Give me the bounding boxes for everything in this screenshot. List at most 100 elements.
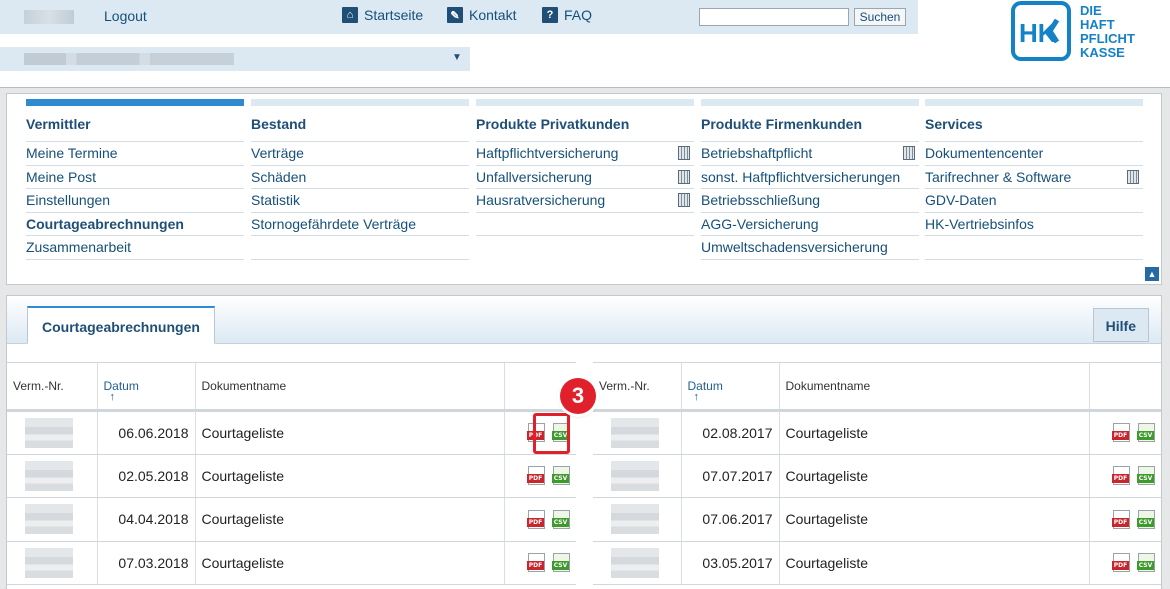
table-row: 04.04.2018 Courtageliste PDF CSV	[7, 497, 576, 542]
column-header-vnr: Verm.-Nr.	[593, 362, 681, 412]
csv-highlight-box	[533, 413, 570, 454]
menu-heading-vermittler[interactable]: Vermittler	[26, 106, 244, 142]
menu-item-label: Unfallversicherung	[476, 168, 592, 185]
actions-cell: PDF CSV	[503, 454, 576, 498]
menu-item-stornogefaehrdet[interactable]: Stornogefährdete Verträge	[251, 213, 469, 236]
calculator-icon[interactable]	[678, 146, 690, 160]
menu-item-vertriebsinfos[interactable]: HK-Vertriebsinfos	[925, 213, 1143, 236]
document-name-cell: Courtageliste	[778, 410, 1089, 455]
menu-item-zusammenarbeit[interactable]: Zusammenarbeit	[26, 236, 244, 260]
pdf-download-icon[interactable]: PDF	[527, 553, 545, 573]
main-menu: Vermittler Meine Termine Meine Post Eins…	[6, 93, 1162, 285]
calculator-icon[interactable]	[1127, 169, 1139, 184]
menu-column-vermittler: Vermittler Meine Termine Meine Post Eins…	[26, 99, 244, 260]
column-header-datum[interactable]: Datum ↑	[680, 362, 779, 412]
menu-column-firmenkunden: Produkte Firmenkunden Betriebshaftpflich…	[701, 99, 919, 260]
faq-link[interactable]: ? FAQ	[542, 7, 592, 23]
menu-item-agg[interactable]: AGG-Versicherung	[701, 213, 919, 236]
column-header-datum[interactable]: Datum ↑	[96, 362, 195, 412]
menu-item-dokumentencenter[interactable]: Dokumentencenter	[925, 142, 1143, 166]
document-name-cell: Courtageliste	[194, 541, 504, 585]
csv-download-icon[interactable]: CSV	[552, 509, 570, 529]
logo-line-1: DIE	[1080, 3, 1102, 18]
vnr-blurred	[25, 504, 73, 535]
menu-item-unfall[interactable]: Unfallversicherung	[476, 166, 694, 189]
actions-cell: PDF CSV	[1088, 497, 1161, 542]
header: Logout ⌂ Startseite ✎ Kontakt ? FAQ Such…	[0, 0, 1170, 88]
document-name-cell: Courtageliste	[194, 497, 504, 542]
menu-item-termine[interactable]: Meine Termine	[26, 142, 244, 166]
search-input[interactable]	[699, 8, 849, 26]
vnr-blurred	[611, 417, 659, 448]
menu-item-haftpflicht[interactable]: Haftpflichtversicherung	[476, 142, 694, 166]
menu-item-tarifrechner[interactable]: Tarifrechner & Software	[925, 166, 1143, 189]
menu-item-betriebshaftpflicht[interactable]: Betriebshaftpflicht	[701, 142, 919, 166]
column-header-dokumentname: Dokumentname	[194, 362, 504, 412]
vnr-blurred	[611, 504, 659, 535]
account-select[interactable]: ▼	[0, 47, 470, 71]
tab-courtageabrechnungen[interactable]: Courtageabrechnungen	[27, 306, 215, 344]
menu-item-schaeden[interactable]: Schäden	[251, 166, 469, 189]
menu-bar	[476, 99, 694, 106]
menu-item-gdv-daten[interactable]: GDV-Daten	[925, 189, 1143, 213]
menu-item-statistik[interactable]: Statistik	[251, 189, 469, 213]
menu-item-courtageabrechnungen[interactable]: Courtageabrechnungen	[26, 213, 244, 236]
vnr-cell	[7, 454, 97, 498]
pdf-download-icon[interactable]: PDF	[1112, 466, 1130, 486]
calculator-icon[interactable]	[678, 193, 690, 207]
date-cell: 06.06.2018	[96, 410, 195, 455]
menu-column-privatkunden: Produkte Privatkunden Haftpflichtversich…	[476, 99, 694, 236]
calculator-icon[interactable]	[903, 146, 915, 160]
logout-link[interactable]: Logout	[104, 8, 147, 24]
menu-heading-services[interactable]: Services	[925, 106, 1143, 142]
actions-cell: PDF CSV	[503, 497, 576, 542]
table-row: 03.05.2017 Courtageliste PDF CSV	[593, 541, 1161, 585]
contact-link[interactable]: ✎ Kontakt	[447, 7, 516, 23]
account-value-blurred	[24, 53, 234, 65]
csv-download-icon[interactable]: CSV	[1137, 509, 1155, 529]
menu-item-umweltschaden[interactable]: Umweltschadensversicherung	[701, 236, 919, 260]
date-cell: 03.05.2017	[680, 541, 779, 585]
date-cell: 07.03.2018	[96, 541, 195, 585]
column-header-actions	[1088, 362, 1161, 412]
pdf-download-icon[interactable]: PDF	[1112, 553, 1130, 573]
table-header-row: Verm.-Nr. Datum ↑ Dokumentname	[593, 362, 1161, 412]
menu-heading-firmenkunden[interactable]: Produkte Firmenkunden	[701, 106, 919, 142]
table-row: 02.05.2018 Courtageliste PDF CSV	[7, 454, 576, 498]
document-name-cell: Courtageliste	[778, 497, 1089, 542]
documents-table-right: Verm.-Nr. Datum ↑ Dokumentname 02.08.2017…	[593, 362, 1161, 585]
csv-download-icon[interactable]: CSV	[1137, 423, 1155, 443]
search-button[interactable]: Suchen	[854, 8, 906, 26]
menu-item-betriebsschliessung[interactable]: Betriebsschließung	[701, 189, 919, 213]
csv-download-icon[interactable]: CSV	[1137, 553, 1155, 573]
vnr-cell	[593, 497, 681, 542]
menu-item-sonst-haftpflicht[interactable]: sonst. Haftpflichtversicherungen	[701, 166, 919, 189]
pdf-download-icon[interactable]: PDF	[1112, 423, 1130, 443]
menu-item-einstellungen[interactable]: Einstellungen	[26, 189, 244, 213]
menu-heading-privatkunden[interactable]: Produkte Privatkunden	[476, 106, 694, 142]
home-link[interactable]: ⌂ Startseite	[342, 7, 423, 23]
menu-item-vertraege[interactable]: Verträge	[251, 142, 469, 166]
help-button[interactable]: Hilfe	[1092, 308, 1149, 342]
logo-line-4: KASSE	[1080, 45, 1125, 60]
vnr-cell	[593, 410, 681, 455]
collapse-menu-button[interactable]: ▲	[1145, 267, 1159, 281]
pdf-download-icon[interactable]: PDF	[527, 509, 545, 529]
menu-item-post[interactable]: Meine Post	[26, 166, 244, 189]
csv-download-icon[interactable]: CSV	[552, 466, 570, 486]
calculator-icon[interactable]	[678, 169, 690, 184]
table-row: 06.06.2018 Courtageliste PDF CSV	[7, 410, 576, 455]
vnr-blurred	[611, 460, 659, 491]
pdf-download-icon[interactable]: PDF	[1112, 509, 1130, 529]
menu-heading-bestand[interactable]: Bestand	[251, 106, 469, 142]
documents-table-left: Verm.-Nr. Datum ↑ Dokumentname 06.06.2018…	[7, 362, 576, 585]
document-name-cell: Courtageliste	[194, 410, 504, 455]
vnr-blurred	[25, 547, 73, 578]
table-row: 07.06.2017 Courtageliste PDF CSV	[593, 497, 1161, 542]
help-icon: ?	[542, 7, 558, 23]
actions-cell: PDF CSV	[1088, 410, 1161, 455]
menu-item-hausrat[interactable]: Hausratversicherung	[476, 189, 694, 213]
csv-download-icon[interactable]: CSV	[552, 553, 570, 573]
pdf-download-icon[interactable]: PDF	[527, 466, 545, 486]
csv-download-icon[interactable]: CSV	[1137, 466, 1155, 486]
